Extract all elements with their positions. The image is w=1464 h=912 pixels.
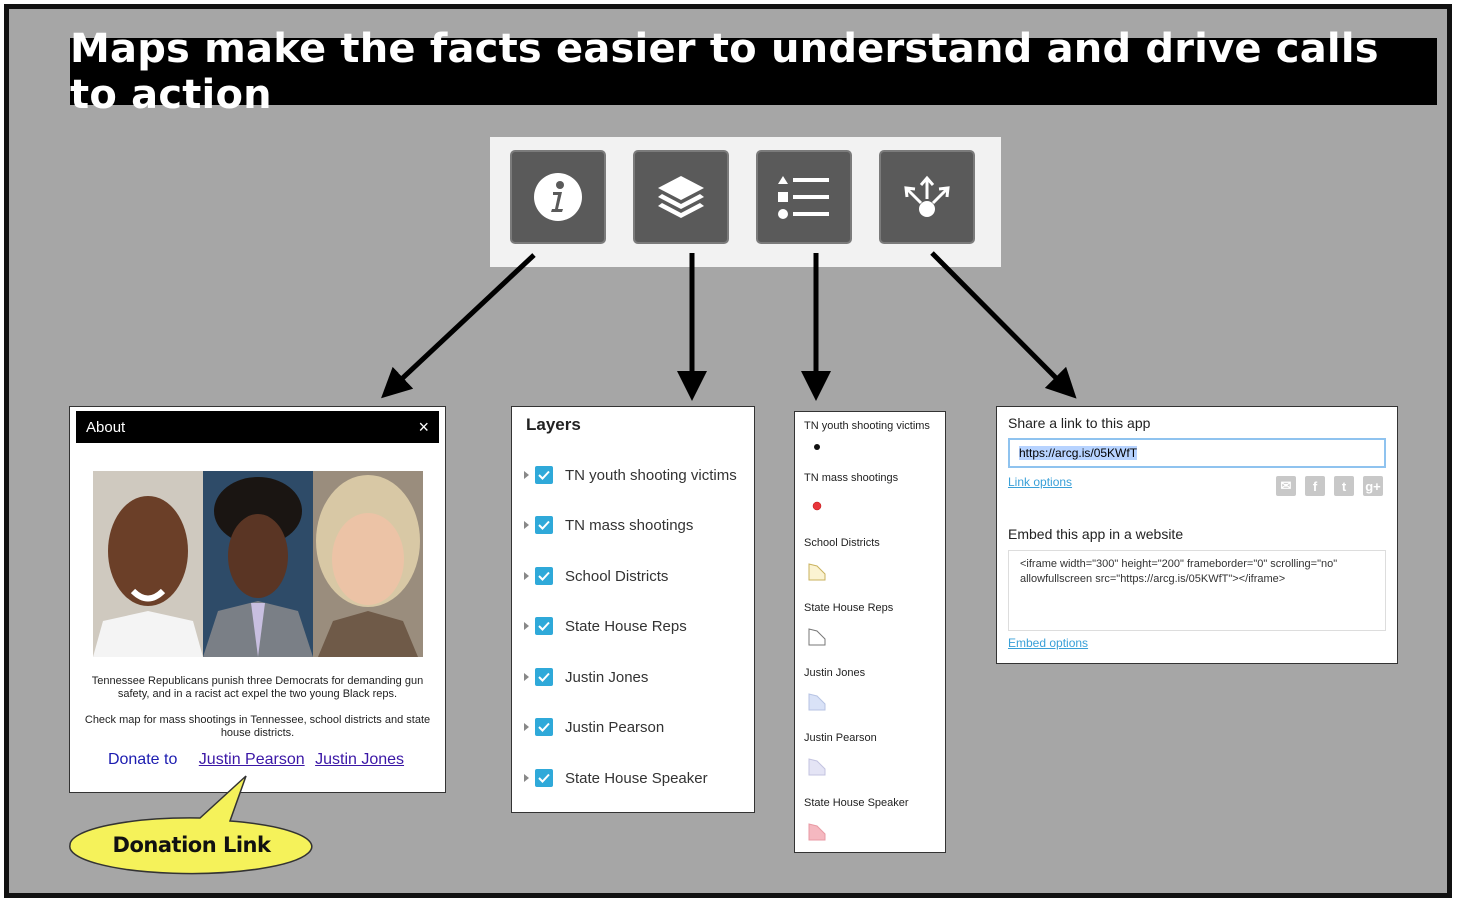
- layer-row: TN youth shooting victims: [524, 466, 737, 484]
- layer-label: School Districts: [565, 567, 669, 585]
- speaker-symbol: [808, 823, 826, 841]
- expand-icon[interactable]: [524, 774, 529, 782]
- layer-checkbox[interactable]: [535, 718, 553, 736]
- twitter-icon[interactable]: t: [1334, 476, 1354, 496]
- layers-icon: [658, 176, 704, 218]
- layer-label: TN mass shootings: [565, 516, 694, 534]
- facebook-icon[interactable]: f: [1305, 476, 1325, 496]
- expand-icon[interactable]: [524, 471, 529, 479]
- layer-label: State House Speaker: [565, 769, 708, 787]
- legend-label: Justin Jones: [804, 667, 866, 679]
- share-url-text: https://arcg.is/05KWfT: [1019, 446, 1138, 460]
- photo-left: [92, 471, 203, 657]
- layer-row: State House Reps: [524, 617, 687, 635]
- check-icon: [538, 520, 550, 530]
- layer-checkbox[interactable]: [535, 617, 553, 635]
- legend-label: State House Reps: [804, 602, 894, 614]
- justin-jones-symbol: [808, 693, 826, 711]
- layer-label: State House Reps: [565, 617, 687, 635]
- legend-label: State House Speaker: [804, 797, 909, 809]
- black-dot-symbol: [814, 444, 820, 450]
- about-description: Tennessee Republicans punish three Democ…: [76, 675, 439, 740]
- donate-label: Donate to: [107, 751, 178, 768]
- layer-label: Justin Jones: [565, 668, 649, 686]
- donate-link-pearson[interactable]: Justin Pearson: [199, 751, 305, 768]
- link-options-link[interactable]: Link options: [1008, 475, 1072, 489]
- expand-icon[interactable]: [524, 622, 529, 630]
- about-text-2: Check map for mass shootings in Tennesse…: [84, 714, 431, 739]
- donation-callout: Donation Link: [112, 833, 271, 857]
- social-icons: ✉ f t g+: [1276, 476, 1383, 496]
- legend-label: TN youth shooting victims: [804, 420, 930, 432]
- layer-label: TN youth shooting victims: [565, 466, 737, 484]
- legend-list-icon: [778, 176, 829, 219]
- legend-button[interactable]: [756, 150, 852, 244]
- school-district-symbol: [808, 563, 826, 581]
- check-icon: [538, 722, 550, 732]
- expand-icon[interactable]: [524, 572, 529, 580]
- expand-icon[interactable]: [524, 673, 529, 681]
- email-icon[interactable]: ✉: [1276, 476, 1296, 496]
- embed-code-box[interactable]: <iframe width="300" height="200" framebo…: [1008, 550, 1386, 631]
- legend-label: TN mass shootings: [804, 472, 899, 484]
- layer-checkbox[interactable]: [535, 668, 553, 686]
- layer-checkbox[interactable]: [535, 567, 553, 585]
- google-plus-icon[interactable]: g+: [1363, 476, 1383, 496]
- check-icon: [538, 470, 550, 480]
- expand-icon[interactable]: [524, 723, 529, 731]
- about-text-1: Tennessee Republicans punish three Democ…: [91, 675, 424, 700]
- representatives-photo: [92, 471, 423, 657]
- layer-checkbox[interactable]: [535, 769, 553, 787]
- share-link-heading: Share a link to this app: [1008, 415, 1151, 431]
- expand-icon[interactable]: [524, 521, 529, 529]
- layer-row: Justin Pearson: [524, 718, 664, 736]
- layers-title: Layers: [526, 415, 581, 434]
- legend-label: School Districts: [804, 537, 880, 549]
- map-toolbar: [490, 137, 1001, 267]
- info-button[interactable]: [510, 150, 606, 244]
- check-icon: [538, 621, 550, 631]
- layer-checkbox[interactable]: [535, 516, 553, 534]
- about-title: About: [86, 418, 126, 436]
- layer-row: School Districts: [524, 567, 668, 585]
- info-icon: [534, 173, 582, 221]
- check-icon: [538, 672, 550, 682]
- share-icon: [904, 175, 950, 217]
- check-icon: [538, 571, 550, 581]
- check-icon: [538, 773, 550, 783]
- layers-panel: Layers TN youth shooting victims TN mass…: [511, 406, 755, 813]
- photo-middle: [202, 471, 313, 657]
- donate-link-jones[interactable]: Justin Jones: [315, 751, 404, 768]
- about-header: About ×: [76, 411, 439, 443]
- layer-row: State House Speaker: [524, 769, 708, 787]
- layers-button[interactable]: [633, 150, 729, 244]
- justin-pearson-symbol: [808, 758, 826, 776]
- donate-row: Donate to Justin Pearson Justin Jones: [76, 751, 439, 769]
- house-reps-symbol: [808, 628, 826, 646]
- layer-label: Justin Pearson: [565, 718, 665, 736]
- embed-options-link[interactable]: Embed options: [1008, 636, 1088, 650]
- photo-right: [312, 471, 423, 657]
- embed-heading: Embed this app in a website: [1008, 526, 1184, 542]
- about-panel: About × Tennessee Republicans punish thr…: [69, 406, 446, 793]
- red-dot-symbol: [812, 501, 822, 511]
- layer-row: Justin Jones: [524, 668, 648, 686]
- legend-panel: TN youth shooting victims TN mass shooti…: [794, 411, 946, 853]
- slide-title: Maps make the facts easier to understand…: [70, 26, 1437, 118]
- layer-row: TN mass shootings: [524, 516, 693, 534]
- share-url-input[interactable]: https://arcg.is/05KWfT: [1008, 438, 1386, 468]
- share-panel: Share a link to this app https://arcg.is…: [996, 406, 1398, 664]
- close-icon[interactable]: ×: [418, 417, 429, 438]
- share-button[interactable]: [879, 150, 975, 244]
- layer-checkbox[interactable]: [535, 466, 553, 484]
- legend-label: Justin Pearson: [804, 732, 877, 744]
